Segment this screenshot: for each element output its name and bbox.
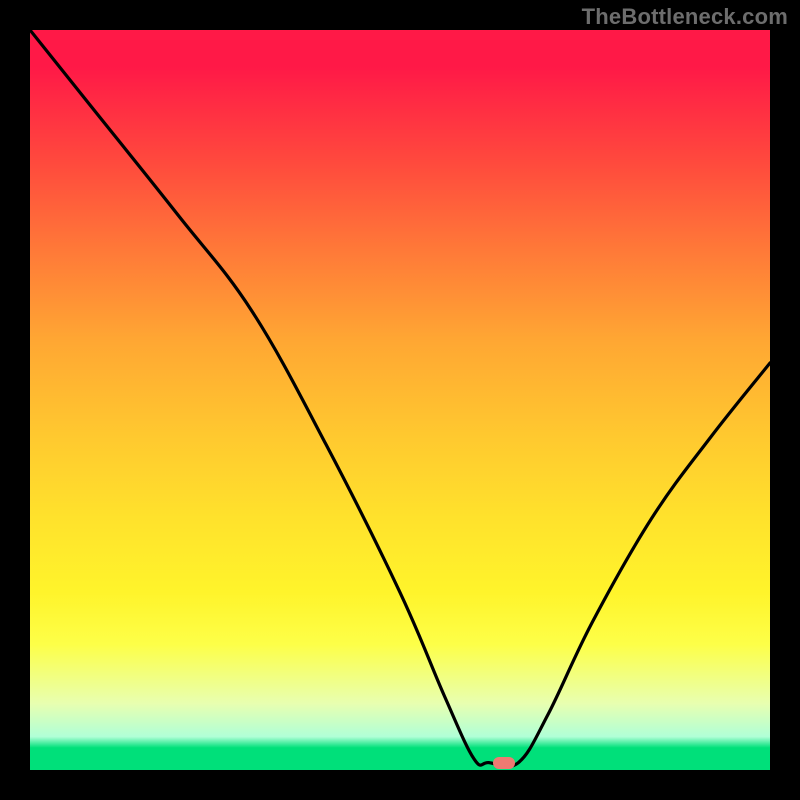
bottleneck-curve xyxy=(30,30,770,770)
plot-area xyxy=(30,30,770,770)
optimal-point-marker xyxy=(493,757,515,769)
curve-path xyxy=(30,30,770,767)
chart-frame: TheBottleneck.com xyxy=(0,0,800,800)
attribution-text: TheBottleneck.com xyxy=(582,4,788,30)
